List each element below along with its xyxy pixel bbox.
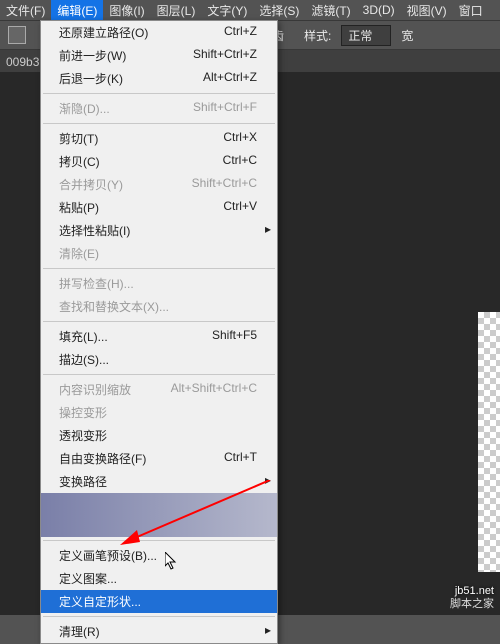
menu-separator <box>43 93 275 94</box>
menu-item-label: 拷贝(C) <box>59 153 100 170</box>
menu-3d[interactable]: 3D(D) <box>357 1 401 19</box>
menu-item: 清除(E) <box>41 242 277 265</box>
menu-window[interactable]: 窗口 <box>453 0 489 21</box>
menu-item: 操控变形 <box>41 401 277 424</box>
menu-item-label: 定义图案... <box>59 570 117 587</box>
menu-item[interactable]: 自由变换路径(F) Ctrl+T <box>41 447 277 470</box>
menu-edit[interactable]: 编辑(E) <box>51 0 103 21</box>
menu-item-shortcut: Shift+Ctrl+C <box>192 176 257 193</box>
menu-item-label: 定义自定形状... <box>59 593 141 610</box>
menu-item-shortcut: Alt+Ctrl+Z <box>203 70 257 87</box>
menu-item[interactable]: 定义图案... <box>41 567 277 590</box>
mouse-cursor-icon <box>165 552 177 570</box>
menu-item[interactable]: 选择性粘贴(I) <box>41 219 277 242</box>
menu-item-label: 清理(R) <box>59 623 100 640</box>
menu-item-label: 操控变形 <box>59 404 107 421</box>
menu-image[interactable]: 图像(I) <box>103 0 150 21</box>
menu-item[interactable]: 后退一步(K) Alt+Ctrl+Z <box>41 67 277 90</box>
menu-item[interactable]: 描边(S)... <box>41 348 277 371</box>
menu-item[interactable]: 定义画笔预设(B)... <box>41 544 277 567</box>
menu-item-label: 合并拷贝(Y) <box>59 176 123 193</box>
menu-view[interactable]: 视图(V) <box>401 0 453 21</box>
menu-item-label: 还原建立路径(O) <box>59 24 148 41</box>
transparency-checker <box>478 312 500 572</box>
menu-item[interactable]: 定义自定形状... <box>41 590 277 613</box>
menu-item-label: 填充(L)... <box>59 328 108 345</box>
watermark-name: 脚本之家 <box>450 595 494 611</box>
style-label: 样式: <box>304 27 331 44</box>
menu-item-shortcut: Alt+Shift+Ctrl+C <box>171 381 257 398</box>
menu-item-shortcut: Ctrl+V <box>223 199 257 216</box>
menu-item[interactable]: 变换路径 <box>41 470 277 493</box>
menu-layer[interactable]: 图层(L) <box>151 0 202 21</box>
menu-file[interactable]: 文件(F) <box>0 0 51 21</box>
menu-item-shortcut: Shift+F5 <box>212 328 257 345</box>
menu-item: 合并拷贝(Y) Shift+Ctrl+C <box>41 173 277 196</box>
menu-separator <box>43 321 275 322</box>
menu-item: 查找和替换文本(X)... <box>41 295 277 318</box>
edit-menu-dropdown: 还原建立路径(O) Ctrl+Z 前进一步(W) Shift+Ctrl+Z 后退一步(K… <box>40 20 278 644</box>
menu-item-shortcut: Ctrl+C <box>223 153 257 170</box>
style-select[interactable]: 正常 <box>341 25 391 46</box>
menu-item-label: 前进一步(W) <box>59 47 126 64</box>
menu-item[interactable]: 粘贴(P) Ctrl+V <box>41 196 277 219</box>
menu-separator <box>43 540 275 541</box>
menu-separator <box>43 374 275 375</box>
menu-item-label: 渐隐(D)... <box>59 100 110 117</box>
width-label: 宽 <box>401 27 413 44</box>
menu-item <box>41 493 277 515</box>
menu-separator <box>43 268 275 269</box>
menu-item[interactable]: 清理(R) <box>41 620 277 643</box>
menu-item-label: 剪切(T) <box>59 130 98 147</box>
menu-item <box>41 515 277 537</box>
menu-item-shortcut: Ctrl+Z <box>224 24 257 41</box>
menu-item[interactable]: 前进一步(W) Shift+Ctrl+Z <box>41 44 277 67</box>
menu-item-label: 定义画笔预设(B)... <box>59 547 157 564</box>
menu-item-label: 透视变形 <box>59 427 107 444</box>
menubar: 文件(F) 编辑(E) 图像(I) 图层(L) 文字(Y) 选择(S) 滤镜(T… <box>0 0 500 20</box>
menu-item-label: 清除(E) <box>59 245 99 262</box>
menu-separator <box>43 123 275 124</box>
menu-item: 拼写检查(H)... <box>41 272 277 295</box>
menu-item: 渐隐(D)... Shift+Ctrl+F <box>41 97 277 120</box>
menu-item-label: 查找和替换文本(X)... <box>59 298 169 315</box>
menu-select[interactable]: 选择(S) <box>253 0 305 21</box>
menu-type[interactable]: 文字(Y) <box>201 0 253 21</box>
menu-item-label: 描边(S)... <box>59 351 109 368</box>
menu-item-shortcut: Ctrl+X <box>223 130 257 147</box>
menu-item[interactable]: 还原建立路径(O) Ctrl+Z <box>41 21 277 44</box>
menu-item-label: 后退一步(K) <box>59 70 123 87</box>
menu-item[interactable]: 拷贝(C) Ctrl+C <box>41 150 277 173</box>
menu-item[interactable]: 剪切(T) Ctrl+X <box>41 127 277 150</box>
menu-item-label: 选择性粘贴(I) <box>59 222 130 239</box>
menu-item[interactable]: 填充(L)... Shift+F5 <box>41 325 277 348</box>
menu-item-label: 自由变换路径(F) <box>59 450 146 467</box>
menu-item-label: 粘贴(P) <box>59 199 99 216</box>
menu-separator <box>43 616 275 617</box>
menu-item-label: 变换路径 <box>59 473 107 490</box>
menu-item-shortcut: Shift+Ctrl+F <box>193 100 257 117</box>
menu-item-label: 拼写检查(H)... <box>59 275 134 292</box>
menu-item[interactable]: 透视变形 <box>41 424 277 447</box>
menu-item-shortcut: Ctrl+T <box>224 450 257 467</box>
menu-item: 内容识别缩放 Alt+Shift+Ctrl+C <box>41 378 277 401</box>
rectangle-tool-icon[interactable] <box>8 26 26 44</box>
menu-item-shortcut: Shift+Ctrl+Z <box>193 47 257 64</box>
menu-item-label: 内容识别缩放 <box>59 381 131 398</box>
menu-filter[interactable]: 滤镜(T) <box>305 0 356 21</box>
